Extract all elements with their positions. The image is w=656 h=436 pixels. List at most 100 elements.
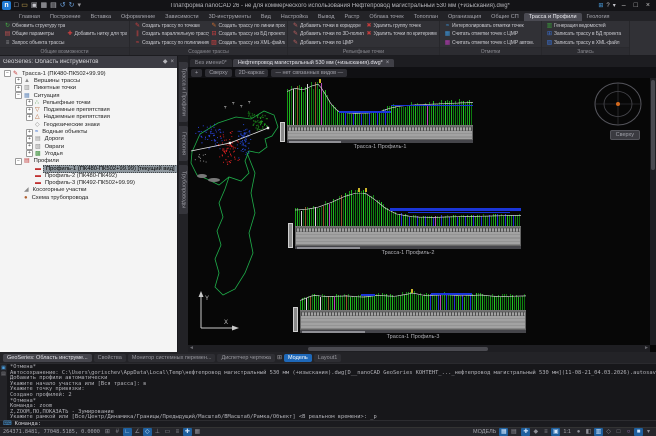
ribbon-tab-вид[interactable]: Вид [256,13,276,21]
viewport-нет-связанных-видов-button[interactable]: — нет связанных видов — [271,69,347,77]
maximize-button[interactable]: □ [630,2,642,9]
expand-icon[interactable]: + [26,143,33,150]
close-button[interactable]: × [642,2,654,9]
tree-item-трасса-1-пк480-пк502-99-99[interactable]: −✎Трасса-1 (ПК480-ПК502+99.99) [0,70,177,77]
doc-tab-нефтепровод-магистральный-530-мм-изыскания-dwg[interactable]: Нефтепровод магистральный 530 мм (+изыск… [233,59,394,67]
tree-item-угодья[interactable]: +▩Угодья [0,150,177,157]
profile-scroll-thumb[interactable] [302,331,365,333]
ribbon-tab-оформление[interactable]: Оформление [116,13,160,21]
monitor-icon[interactable]: ▣ [551,428,560,436]
считать-отметки-точек-с-цмр-автом-button[interactable]: ▦Считать отметки точек с ЦМР автом. [442,39,539,47]
profile-scroll-thumb[interactable] [289,141,341,143]
horizontal-scrollbar[interactable]: ◄ ► [188,345,650,352]
ribbon-tab-настройка[interactable]: Настройка [276,13,313,21]
ortho-icon[interactable]: ∟ [123,428,132,436]
создать-параллельную-трассу-button[interactable]: ∥Создать параллельную трассу [132,30,209,38]
tree-item-водные-объекты[interactable]: +≈Водные объекты [0,128,177,135]
model-space-icon[interactable]: ▦ [499,428,508,436]
expand-icon[interactable]: + [26,150,33,157]
viewport-2d-каркас-button[interactable]: 2D-каркас [235,69,269,77]
cmd-doc-icon[interactable]: ▤ [1,372,6,377]
selection-icon[interactable]: ✚ [183,428,192,436]
search-status-icon[interactable]: ◧ [584,428,593,436]
grid-icon[interactable]: # [113,428,122,436]
lock-status-icon[interactable]: ■ [634,428,643,436]
ribbon-tab-общие-сп[interactable]: Общие СП [486,13,524,21]
создать-трассу-из-xml-файла-button[interactable]: ▨Создать трассу из XML-файла [209,39,286,47]
save-all-icon[interactable]: ▦ [39,2,48,9]
menu-status-icon[interactable]: ▾ [644,428,653,436]
tree-item-овраги[interactable]: +▧Овраги [0,143,177,150]
save-icon[interactable]: ▣ [30,2,39,9]
tree-item-схема-трубопровода[interactable]: ●Схема трубопровода [0,194,177,201]
ribbon-tab-геология[interactable]: Геология [582,13,615,21]
запрос-объекта-трассы-button[interactable]: ≡Запрос объекта трассы [2,39,65,47]
annotation-icon[interactable]: ◆ [531,428,540,436]
ribbon-tab-зависимости[interactable]: Зависимости [160,13,203,21]
expand-icon[interactable]: + [15,85,22,92]
locator-top-button[interactable]: Сверху [610,130,640,140]
ribbon-tab-организация[interactable]: Организация [443,13,486,21]
help-icon[interactable]: ? [606,3,609,9]
view-locator[interactable] [592,80,644,130]
tree-item-пикетные-точки[interactable]: +▥Пикетные точки [0,85,177,92]
общие-параметры-button[interactable]: ▤Общие параметры [2,30,65,38]
tree-item-профиль-1-пк480-пк502-99-99-текущий-вид[interactable]: ▬Профиль-1 (ПК480-ПК502+99.99) [текущий … [0,165,177,172]
collapse-icon[interactable]: − [15,92,22,99]
doc-icon[interactable]: ▥ [594,428,603,436]
expand-icon[interactable]: + [26,99,33,106]
создать-трассу-по-линии-профиля-button[interactable]: ✎Создать трассу по линии профиля [209,22,286,30]
tree-item-профиль-2-пк480-пк492[interactable]: ▬Профиль-2 (ПК480-ПК492) [0,172,177,179]
clean-icon[interactable]: ◇ [604,428,613,436]
osnap-icon[interactable]: ◇ [143,428,152,436]
viewport-add-button[interactable]: + [191,69,202,77]
vertical-scrollbar[interactable] [650,78,656,345]
tree-item-геодезические-знаки[interactable]: ◇Геодезические знаки [0,121,177,128]
pin-icon[interactable]: ◆ [163,59,168,65]
menu-down-icon[interactable]: ▾ [613,3,616,9]
добавить-точки-по-3d-полилинии-button[interactable]: ✎Добавить точки по 3D-полилинии [290,30,364,38]
создать-трассу-по-точкам-button[interactable]: ✎Создать трассу по точкам [132,22,209,30]
ribbon-tab-вставка[interactable]: Вставка [86,13,116,21]
обновить-структуру-трасс-button[interactable]: ↻Обновить структуру трасс [2,22,65,30]
tree-item-подземные-препятствия[interactable]: +▽Подземные препятствия [0,106,177,113]
panel-close-icon[interactable]: × [170,59,174,65]
lwt-icon[interactable]: ≡ [173,428,182,436]
undo-icon[interactable]: ↺ [59,2,67,9]
profile-scroll-thumb[interactable] [297,247,360,249]
panel-tab-geoseries-область-инструме[interactable]: GeoSeries: Область инструме... [3,354,92,362]
dyn-input-icon[interactable]: ▭ [163,428,172,436]
qat-menu-icon[interactable]: ▾ [76,2,82,9]
sheet-grid-icon[interactable]: ⊞ [277,355,282,361]
close-tab-icon[interactable]: × [386,60,390,66]
ribbon-tab-3d-инструменты[interactable]: 3D-инструменты [204,13,256,21]
записать-трассу-в-xml-файл-button[interactable]: ▨Записать трассу в XML-файл [544,39,627,47]
scroll-right-icon[interactable]: ► [644,345,649,352]
считать-отметки-точек-с-цмр-button[interactable]: ▦Считать отметки точек с ЦМР [442,30,539,38]
panel-tab-монитор-системных-перемен[interactable]: Монитор системных перемен... [128,354,216,362]
otrack-icon[interactable]: ⊥ [153,428,162,436]
ribbon-tab-построение[interactable]: Построение [45,13,86,21]
profile-scrollbar[interactable] [295,246,521,249]
создать-трассу-по-полилиниям-button[interactable]: ≈Создать трассу по полилиниям [132,39,209,47]
redo-icon[interactable]: ↻ [68,2,76,9]
добавить-нитку-для-трассы-button[interactable]: ✚Добавить нитку для трассы [65,30,128,38]
tree-item-дороги[interactable]: +▤Дороги [0,136,177,143]
doc-tab-без-имени0[interactable]: Без имени0* [190,59,232,67]
units-icon[interactable]: ▦ [193,428,202,436]
tree-item-ситуация[interactable]: −▦Ситуация [0,92,177,99]
ribbon-tab-главная[interactable]: Главная [14,13,45,21]
workspace-icon[interactable]: ✚ [521,428,530,436]
notify-icon[interactable]: ● [574,428,583,436]
layout-space-icon[interactable]: ▤ [509,428,518,436]
horizontal-scroll-thumb[interactable] [308,347,488,351]
генерация-ведомостей-button[interactable]: ▥Генерация ведомостей [544,22,627,30]
collapse-icon[interactable]: − [4,70,11,77]
list-icon[interactable]: ≡ [541,428,550,436]
expand-icon[interactable]: + [26,107,33,114]
annotation-scale[interactable]: 1:1 [563,429,571,435]
drawing-canvas[interactable]: Y X Сверху ◄ ► Трасса-1 Профиль-1Тра [188,78,656,352]
new-file-icon[interactable]: □ [13,2,19,9]
vertical-tab-геология[interactable]: Геология [179,126,188,161]
vertical-tab-трубопроводы[interactable]: Трубопроводы [179,165,188,214]
